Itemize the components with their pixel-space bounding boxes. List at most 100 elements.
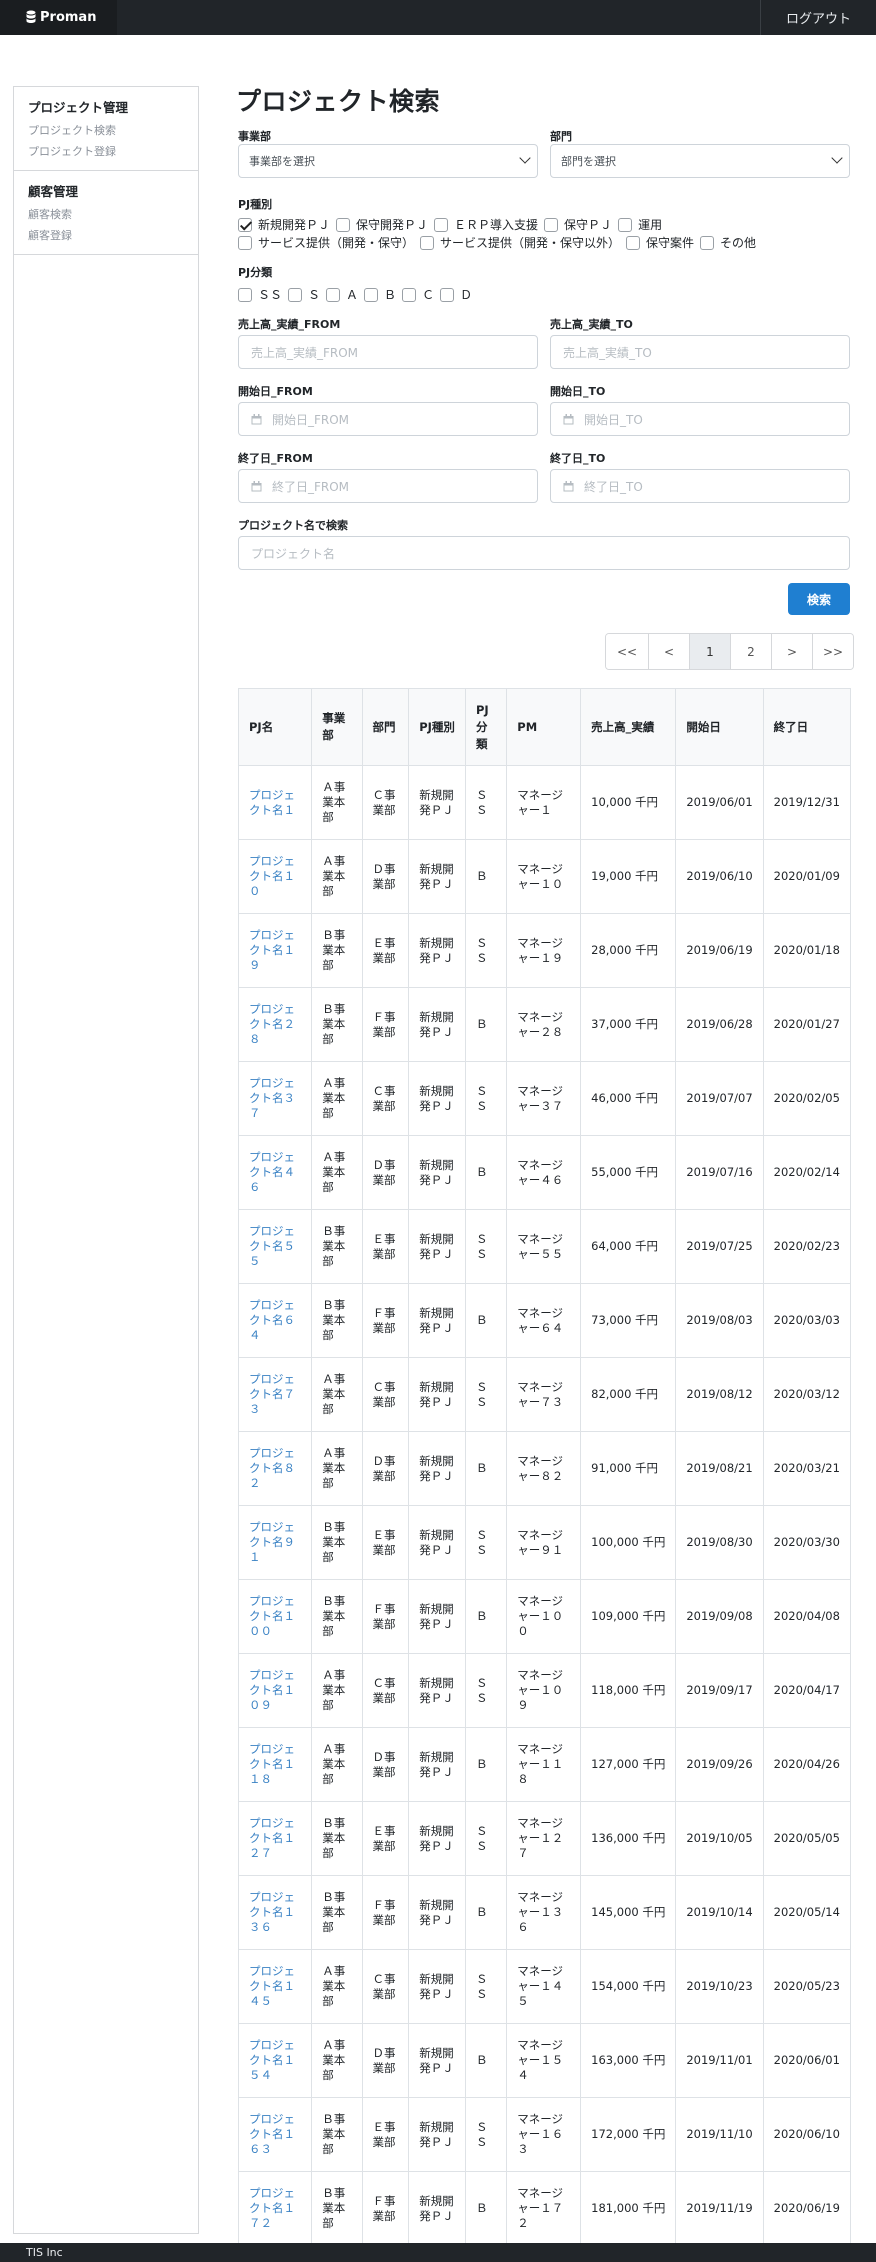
project-name-link[interactable]: プロジェクト名３７	[237, 1061, 313, 1136]
sidebar-item-project-register[interactable]: プロジェクト登録	[28, 141, 184, 162]
page-last-button[interactable]: >>	[812, 634, 853, 669]
pj-type-option-label: 新規開発ＰＪ	[258, 218, 331, 232]
project-name-link[interactable]: プロジェクト名１００	[237, 1579, 313, 1654]
pj-class-option[interactable]: Ｂ	[364, 286, 396, 303]
project-name-link[interactable]: プロジェクト名１３６	[237, 1875, 313, 1950]
project-name-link[interactable]: プロジェクト名５５	[237, 1209, 313, 1284]
pj-class-option[interactable]: Ｃ	[402, 286, 434, 303]
project-name-link[interactable]: プロジェクト名１４５	[237, 1949, 313, 2024]
checkbox[interactable]	[326, 287, 341, 302]
column-header: 開始日	[675, 688, 764, 766]
checkbox[interactable]	[364, 287, 379, 302]
table-cell: Ｄ事業部	[361, 1431, 410, 1506]
table-cell: Ｂ事業本部	[311, 913, 363, 988]
sales-from-input[interactable]: 売上高_実績_FROM	[238, 335, 538, 369]
pj-class-option[interactable]: ＳＳ	[238, 286, 282, 303]
department-select[interactable]: 部門を選択	[550, 144, 850, 178]
checkbox[interactable]	[544, 217, 559, 232]
checkbox[interactable]	[618, 217, 633, 232]
pj-type-option[interactable]: 運用	[618, 216, 662, 233]
start-from-input[interactable]: 開始日_FROM	[238, 402, 538, 436]
page-next-button[interactable]: >	[771, 634, 812, 669]
pj-class-option[interactable]: Ｄ	[440, 286, 472, 303]
table-cell: ＳＳ	[464, 2097, 508, 2172]
checkbox[interactable]	[420, 235, 435, 250]
page-prev-button[interactable]: <	[648, 634, 689, 669]
pj-class-option[interactable]: Ａ	[326, 286, 358, 303]
pj-type-option[interactable]: 新規開発ＰＪ	[238, 216, 330, 233]
checkbox[interactable]	[626, 235, 641, 250]
table-cell: 73,000 千円	[580, 1283, 677, 1358]
project-name-link[interactable]: プロジェクト名６４	[237, 1283, 313, 1358]
table-row: プロジェクト名１００ Ｂ事業本部 Ｆ事業部 新規開発ＰＪ Ｂ マネージャー１００ 109,0…	[237, 1579, 852, 1654]
table-cell: 2020/01/27	[762, 987, 852, 1062]
table-cell: 2020/03/03	[762, 1283, 852, 1358]
project-name-link[interactable]: プロジェクト名１９	[237, 913, 313, 988]
pj-type-option[interactable]: サービス提供（開発・保守以外）	[420, 234, 620, 251]
sidebar-group-title: 顧客管理	[28, 184, 79, 199]
pj-type-option[interactable]: ＥＲＰ導入支援	[434, 216, 538, 233]
page-first-button[interactable]: <<	[606, 634, 648, 669]
checkbox[interactable]	[238, 235, 252, 250]
project-name-link[interactable]: プロジェクト名１２７	[237, 1801, 313, 1876]
checkbox[interactable]	[700, 235, 715, 250]
table-row: プロジェクト名１６３ Ｂ事業本部 Ｅ事業部 新規開発ＰＪ ＳＳ マネージャー１６３ 172,…	[237, 2097, 852, 2172]
project-name-link[interactable]: プロジェクト名１１８	[237, 1727, 313, 1802]
project-name-link[interactable]: プロジェクト名８２	[237, 1431, 313, 1506]
table-cell: 2019/08/12	[675, 1357, 764, 1432]
sidebar-item-client-register[interactable]: 顧客登録	[28, 225, 184, 246]
sidebar-item-client-search[interactable]: 顧客検索	[28, 204, 184, 225]
division-select[interactable]: 事業部を選択	[238, 144, 538, 178]
end-from-input[interactable]: 終了日_FROM	[238, 469, 538, 503]
page-1-button[interactable]: 1	[689, 634, 730, 669]
end-to-input[interactable]: 終了日_TO	[550, 469, 850, 503]
project-name-link[interactable]: プロジェクト名１０９	[237, 1653, 313, 1728]
table-cell: Ｂ事業本部	[311, 987, 363, 1062]
project-name-link[interactable]: プロジェクト名２８	[237, 987, 313, 1062]
checkbox[interactable]	[440, 287, 455, 302]
table-cell: 2019/11/10	[675, 2097, 764, 2172]
checkbox[interactable]	[434, 217, 449, 232]
brand-link[interactable]: Proman	[0, 0, 117, 35]
start-to-placeholder: 開始日_TO	[584, 412, 643, 427]
pj-type-option[interactable]: 保守案件	[626, 234, 694, 251]
pj-type-option[interactable]: その他	[700, 234, 756, 251]
checkbox[interactable]	[288, 287, 303, 302]
pj-type-option[interactable]: サービス提供（開発・保守）	[238, 234, 414, 251]
table-cell: 2020/03/12	[762, 1357, 852, 1432]
pj-type-option[interactable]: 保守ＰＪ	[544, 216, 612, 233]
logout-link[interactable]: ログアウト	[760, 0, 876, 35]
project-name-link[interactable]: プロジェクト名１６３	[237, 2097, 313, 2172]
checkbox-checked[interactable]	[238, 217, 252, 232]
table-cell: Ｃ事業部	[361, 765, 410, 840]
start-to-input[interactable]: 開始日_TO	[550, 402, 850, 436]
sales-to-input[interactable]: 売上高_実績_TO	[550, 335, 850, 369]
table-cell: 2019/12/31	[762, 765, 852, 840]
project-name-link[interactable]: プロジェクト名９１	[237, 1505, 313, 1580]
sidebar-item-project-search[interactable]: プロジェクト検索	[28, 120, 184, 141]
pj-class-option[interactable]: Ｓ	[288, 286, 320, 303]
table-cell: 新規開発ＰＪ	[408, 1357, 466, 1432]
project-name-input[interactable]: プロジェクト名	[238, 536, 850, 570]
project-name-link[interactable]: プロジェクト名１５４	[237, 2023, 313, 2098]
table-cell: Ａ事業本部	[311, 1431, 363, 1506]
end-from-placeholder: 終了日_FROM	[272, 479, 350, 494]
table-cell: 新規開発ＰＪ	[408, 1875, 466, 1950]
project-name-link[interactable]: プロジェクト名７３	[237, 1357, 313, 1432]
page-2-button[interactable]: 2	[730, 634, 771, 669]
checkbox[interactable]	[402, 287, 417, 302]
search-button[interactable]: 検索	[788, 583, 850, 615]
table-cell: ＳＳ	[464, 1949, 508, 2024]
table-row: プロジェクト名７３ Ａ事業本部 Ｃ事業部 新規開発ＰＪ ＳＳ マネージャー７３ 82,000…	[237, 1357, 852, 1432]
project-name-link[interactable]: プロジェクト名１	[237, 765, 313, 840]
table-cell: 2020/05/14	[762, 1875, 852, 1950]
table-cell: マネージャー１５４	[506, 2023, 582, 2098]
pj-type-option[interactable]: 保守開発ＰＪ	[336, 216, 428, 233]
project-name-link[interactable]: プロジェクト名４６	[237, 1135, 313, 1210]
pj-type-option-label: サービス提供（開発・保守以外）	[440, 236, 621, 250]
checkbox[interactable]	[238, 287, 252, 302]
checkbox[interactable]	[336, 217, 351, 232]
table-cell: 2020/02/23	[762, 1209, 852, 1284]
project-name-link[interactable]: プロジェクト名１０	[237, 839, 313, 914]
project-name-link[interactable]: プロジェクト名１７２	[237, 2171, 313, 2246]
